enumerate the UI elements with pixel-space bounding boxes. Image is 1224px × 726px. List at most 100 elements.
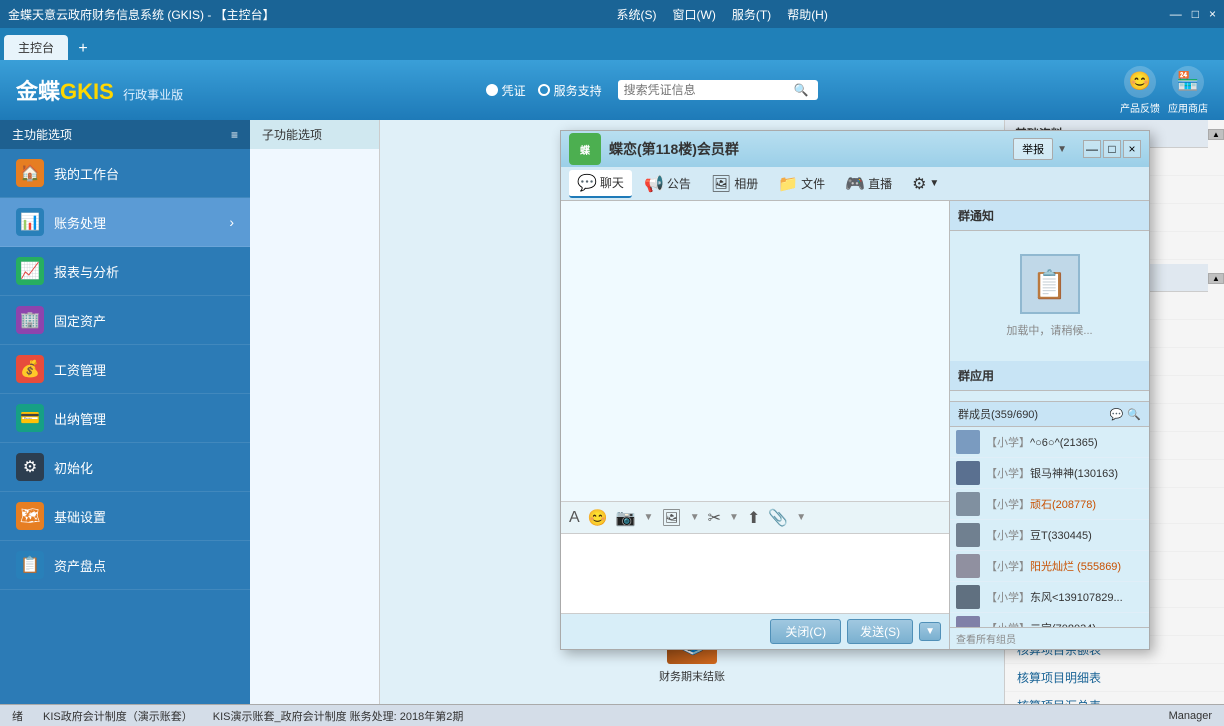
minimize-btn[interactable]: —	[1170, 7, 1182, 21]
status-bar: 绪 KIS政府会计制度（演示账套） KIS演示账套_政府会计制度 账务处理: 2…	[0, 704, 1224, 726]
feedback-btn[interactable]: 😊 产品反馈	[1120, 66, 1160, 115]
tab-main[interactable]: 主控台	[4, 35, 68, 60]
menu-help[interactable]: 帮助(H)	[787, 6, 828, 23]
qq-send-dropdown-btn[interactable]: ▼	[919, 622, 941, 641]
qq-messages[interactable]	[561, 201, 949, 501]
sub-sidebar-header: 子功能选项	[250, 120, 379, 149]
qq-title-actions: 举报 ▼	[1013, 138, 1067, 160]
qq-members-search-icon[interactable]: 🔍	[1127, 408, 1141, 421]
qq-tool-notice[interactable]: 📢 公告	[636, 171, 699, 197]
qq-member-1[interactable]: 【小学】银马神神(130163)	[950, 458, 1149, 489]
sidebar-item-reports[interactable]: 📈 报表与分析	[0, 247, 250, 296]
payroll-label: 工资管理	[54, 360, 106, 379]
member-6-name: 【小学】二宝(708034)	[986, 620, 1096, 627]
qq-tool-chat[interactable]: 💬 聊天	[569, 170, 632, 198]
image-icon[interactable]: 🖼	[661, 508, 681, 528]
emoji-icon[interactable]: 😊	[588, 508, 608, 528]
menu-system[interactable]: 系统(S)	[617, 6, 657, 23]
member-0-name: 【小学】^○6○^(21365)	[986, 434, 1098, 450]
menu-service[interactable]: 服务(T)	[732, 6, 771, 23]
sidebar: 主功能选项 ≡ 🏠 我的工作台 📊 账务处理 › 📈 报表与分析 🏢 固定资产 …	[0, 120, 250, 704]
workbench-label: 我的工作台	[54, 164, 119, 183]
qq-members-count: 群成员(359/690)	[958, 406, 1038, 422]
sub-sidebar-title: 子功能选项	[262, 128, 322, 142]
qq-members-list: 【小学】^○6○^(21365) 【小学】银马神神(130163) 【小学】顽石…	[950, 427, 1149, 627]
radio-support[interactable]: 服务支持	[538, 82, 602, 99]
sidebar-item-payroll[interactable]: 💰 工资管理	[0, 345, 250, 394]
radio-voucher-label: 凭证	[502, 82, 526, 99]
close-btn[interactable]: ×	[1209, 7, 1216, 21]
qq-members-chat-icon[interactable]: 💬	[1110, 408, 1124, 421]
search-input[interactable]	[624, 83, 794, 97]
qq-member-6[interactable]: 【小学】二宝(708034)	[950, 613, 1149, 627]
qq-group-icon-text: 蝶	[580, 142, 590, 157]
scissors-icon[interactable]: ✂	[708, 508, 721, 528]
qq-tool-files[interactable]: 📁 文件	[770, 171, 833, 197]
window-controls: — □ ×	[1170, 7, 1216, 21]
appstore-btn[interactable]: 🏪 应用商店	[1168, 66, 1208, 115]
right-scroll-up-reports[interactable]: ▲	[1208, 273, 1224, 284]
maximize-btn[interactable]: □	[1192, 7, 1199, 21]
sidebar-header: 主功能选项 ≡	[0, 120, 250, 149]
sidebar-collapse-icon[interactable]: ≡	[231, 128, 238, 142]
radio-voucher-circle	[486, 84, 498, 96]
chat-icon: 💬	[577, 173, 597, 193]
tab-bar: 主控台 +	[0, 28, 1224, 60]
right-scroll-up-basic[interactable]: ▲	[1208, 129, 1224, 140]
qq-tool-files-label: 文件	[801, 175, 825, 192]
qq-view-all-members[interactable]: 查看所有组员	[950, 627, 1149, 649]
album-icon: 🖼	[711, 174, 731, 194]
menu-window[interactable]: 窗口(W)	[673, 6, 716, 23]
qq-tool-chat-label: 聊天	[600, 174, 624, 191]
qq-minimize-btn[interactable]: —	[1083, 140, 1101, 158]
qq-tool-settings[interactable]: ⚙ ▼	[904, 171, 947, 197]
qq-member-5[interactable]: 【小学】东风<139107829...	[950, 582, 1149, 613]
right-item-calc-detail2[interactable]: 核算项目明细表	[1005, 664, 1224, 692]
sidebar-item-workbench[interactable]: 🏠 我的工作台	[0, 149, 250, 198]
font-icon[interactable]: A	[569, 509, 580, 527]
screenshot-icon[interactable]: 📷	[616, 508, 636, 528]
qq-report-btn[interactable]: 举报	[1013, 138, 1053, 160]
live-icon: 🎮	[845, 174, 865, 194]
qq-notice-section-title: 群通知	[950, 201, 1149, 231]
sidebar-item-accounting[interactable]: 📊 账务处理 ›	[0, 198, 250, 247]
settings-label: 基础设置	[54, 507, 106, 526]
qq-tool-album-label: 相册	[734, 175, 758, 192]
sidebar-item-cashier[interactable]: 💳 出纳管理	[0, 394, 250, 443]
qq-tool-live-label: 直播	[868, 175, 892, 192]
qq-tool-live[interactable]: 🎮 直播	[837, 171, 900, 197]
member-6-avatar	[956, 616, 980, 627]
sidebar-item-init[interactable]: ⚙ 初始化	[0, 443, 250, 492]
qq-maximize-btn[interactable]: □	[1103, 140, 1121, 158]
accounting-icon: 📊	[16, 208, 44, 236]
qq-send-btn[interactable]: 发送(S)	[847, 619, 913, 644]
reports-icon: 📈	[16, 257, 44, 285]
qq-dialog-close-btn[interactable]: 关闭(C)	[770, 619, 841, 644]
qq-member-0[interactable]: 【小学】^○6○^(21365)	[950, 427, 1149, 458]
member-3-name: 【小学】豆T(330445)	[986, 527, 1092, 543]
upload-icon[interactable]: ⬆	[747, 508, 760, 528]
accounting-label: 账务处理	[54, 213, 106, 232]
qq-member-2[interactable]: 【小学】顽石(208778)	[950, 489, 1149, 520]
qq-tool-album[interactable]: 🖼 相册	[703, 171, 766, 197]
sidebar-item-inventory[interactable]: 📋 资产盘点	[0, 541, 250, 590]
member-2-name: 【小学】顽石(208778)	[986, 496, 1096, 512]
assets-icon: 🏢	[16, 306, 44, 334]
qq-close-btn[interactable]: ×	[1123, 140, 1141, 158]
tab-add-btn[interactable]: +	[72, 38, 94, 60]
search-radio-group: 凭证 服务支持	[486, 82, 602, 99]
qq-report-arrow[interactable]: ▼	[1057, 144, 1067, 155]
qq-member-4[interactable]: 【小学】阳光灿烂 (555869)	[950, 551, 1149, 582]
search-box[interactable]: 🔍	[618, 80, 818, 100]
qq-member-3[interactable]: 【小学】豆T(330445)	[950, 520, 1149, 551]
sidebar-item-settings[interactable]: 🗺 基础设置	[0, 492, 250, 541]
qq-input-field[interactable]	[561, 533, 949, 613]
sidebar-title: 主功能选项	[12, 126, 72, 143]
right-item-calc-summary[interactable]: 核算项目汇总表	[1005, 692, 1224, 704]
radio-voucher[interactable]: 凭证	[486, 82, 526, 99]
sidebar-item-assets[interactable]: 🏢 固定资产	[0, 296, 250, 345]
radio-support-circle	[538, 84, 550, 96]
attach-icon[interactable]: 📎	[768, 508, 788, 528]
search-icon[interactable]: 🔍	[794, 83, 809, 97]
qq-tool-settings-arrow: ▼	[929, 178, 939, 189]
